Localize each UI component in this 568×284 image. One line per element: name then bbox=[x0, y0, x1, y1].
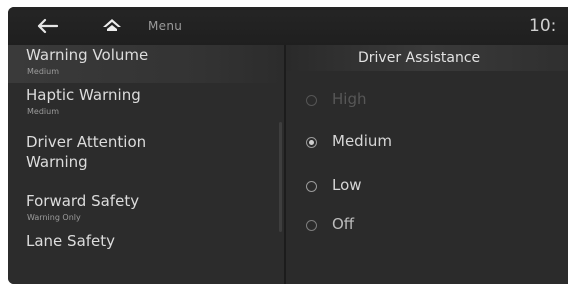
item-title-line2: Warning bbox=[26, 153, 88, 171]
clock: 10: bbox=[529, 16, 557, 36]
radio-icon bbox=[306, 95, 317, 106]
option-label: Medium bbox=[332, 132, 392, 150]
settings-list: Warning Volume Medium Haptic Warning Med… bbox=[8, 45, 284, 284]
item-title: Driver Attention bbox=[26, 133, 147, 151]
panel-header: Driver Assistance bbox=[286, 45, 568, 71]
radio-checked-icon bbox=[306, 137, 317, 148]
item-subtitle: Warning Only bbox=[27, 213, 81, 222]
option-high: High bbox=[306, 90, 506, 112]
radio-icon bbox=[306, 181, 317, 192]
menu-button[interactable]: Menu bbox=[148, 19, 182, 33]
option-label: High bbox=[332, 90, 367, 108]
panel-title: Driver Assistance bbox=[358, 50, 481, 66]
list-item-lane-safety[interactable]: Lane Safety bbox=[8, 229, 284, 259]
item-subtitle: Medium bbox=[27, 107, 59, 116]
option-medium[interactable]: Medium bbox=[306, 132, 506, 154]
item-subtitle: Medium bbox=[27, 67, 59, 76]
infotainment-screen: Menu 10: Warning Volume Medium Haptic Wa… bbox=[8, 7, 568, 284]
back-arrow-icon[interactable] bbox=[36, 18, 58, 34]
radio-icon bbox=[306, 220, 317, 231]
list-item-warning-volume[interactable]: Warning Volume Medium bbox=[8, 45, 284, 83]
list-item-forward-safety[interactable]: Forward Safety Warning Only bbox=[8, 189, 284, 227]
home-icon[interactable] bbox=[102, 18, 122, 34]
item-title: Warning Volume bbox=[26, 46, 149, 64]
scrollbar[interactable] bbox=[279, 122, 282, 232]
options-panel: High Medium Low Off bbox=[286, 71, 568, 284]
option-low[interactable]: Low bbox=[306, 176, 506, 198]
item-title: Forward Safety bbox=[26, 192, 140, 210]
option-off[interactable]: Off bbox=[306, 215, 506, 237]
item-title: Lane Safety bbox=[26, 232, 116, 250]
option-label: Off bbox=[332, 215, 355, 233]
option-label: Low bbox=[332, 176, 362, 194]
top-bar: Menu 10: bbox=[8, 7, 568, 45]
item-title: Haptic Warning bbox=[26, 86, 141, 104]
list-item-haptic-warning[interactable]: Haptic Warning Medium bbox=[8, 83, 284, 121]
list-item-driver-attention-warning[interactable]: Driver Attention Warning bbox=[8, 133, 284, 183]
